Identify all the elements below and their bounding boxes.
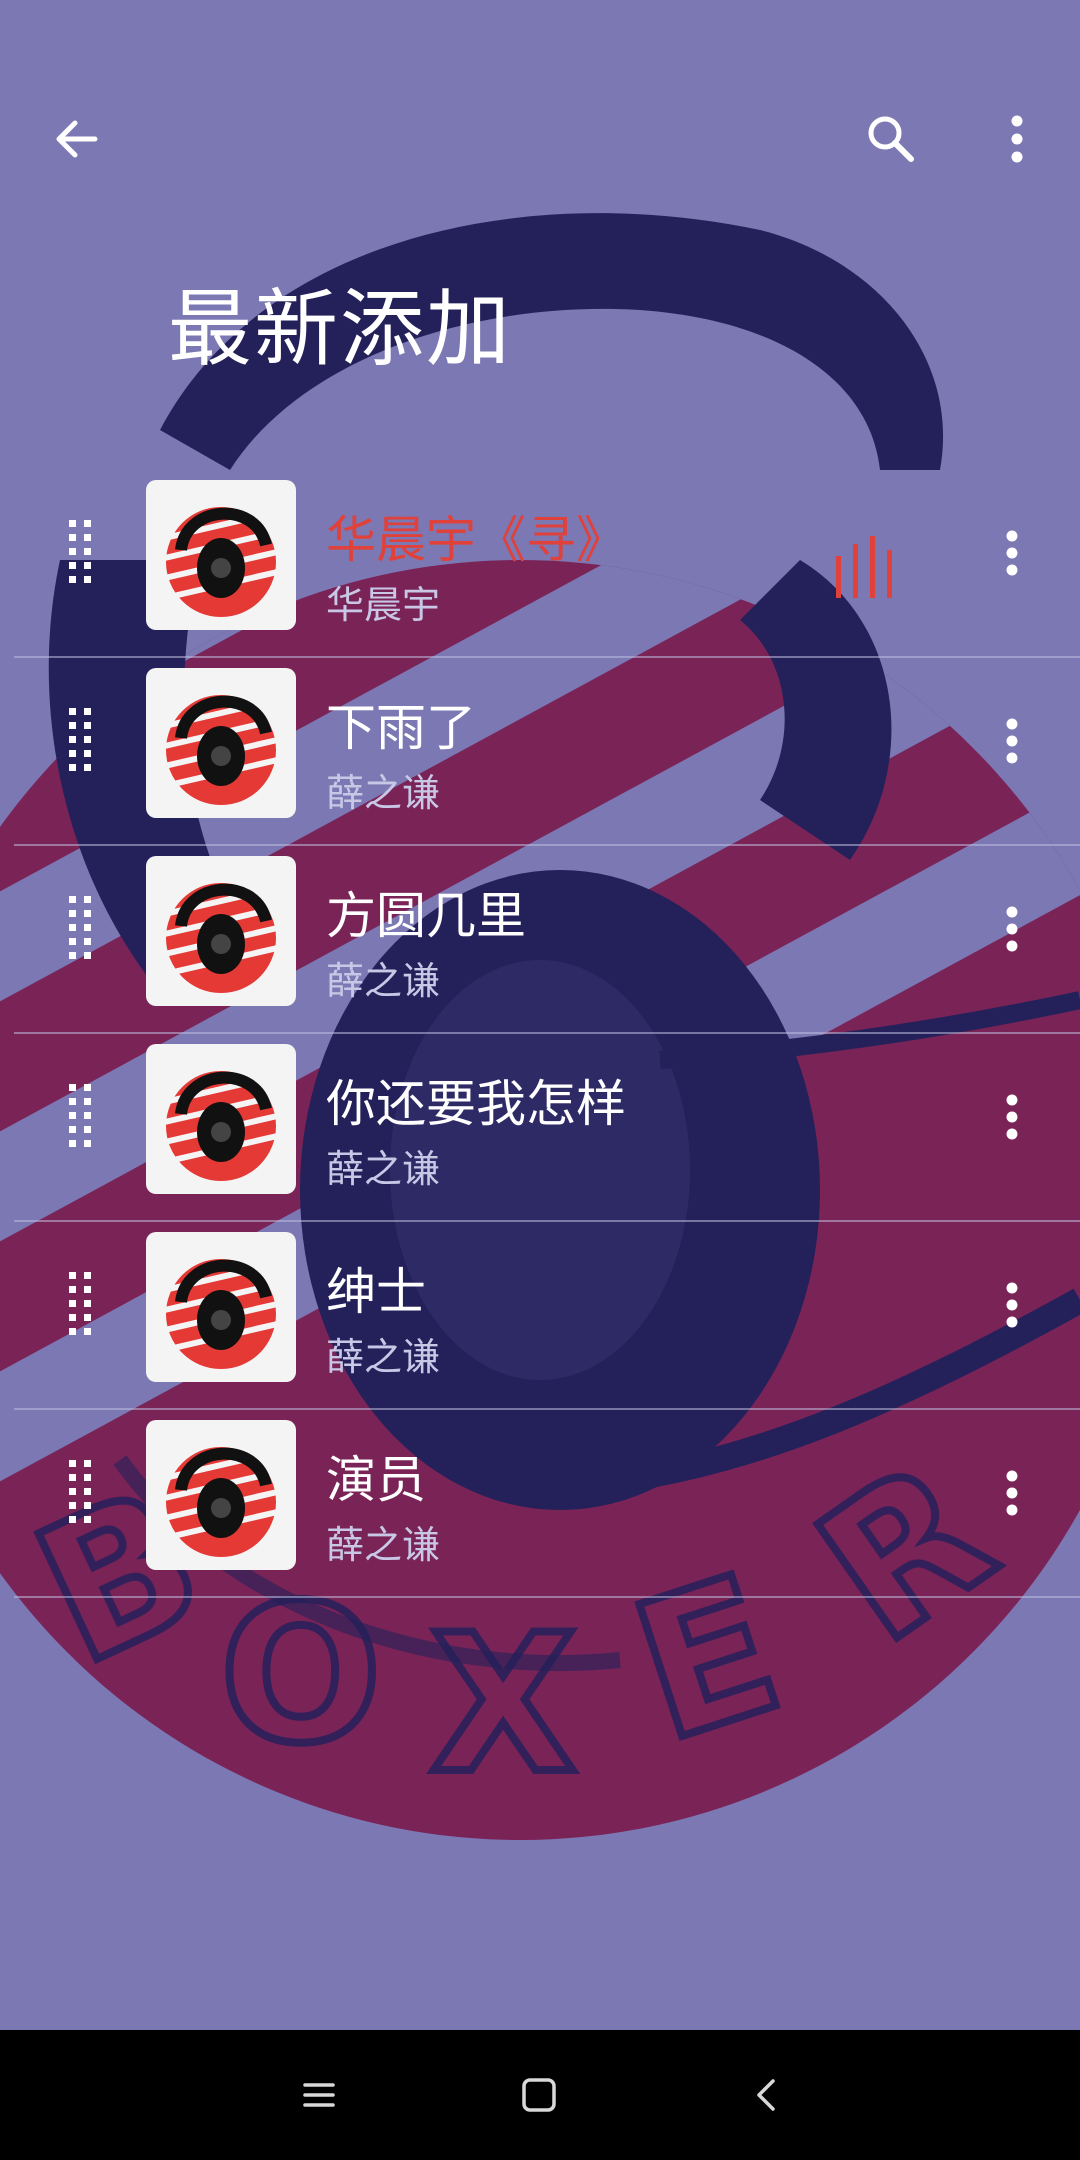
song-row[interactable]: 方圆几里 薛之谦 [0, 846, 1080, 1034]
song-title: 华晨宇《寻》 [326, 511, 626, 569]
search-icon [868, 116, 914, 162]
song-row[interactable]: 绅士 薛之谦 [0, 1222, 1080, 1410]
song-row[interactable]: 下雨了 薛之谦 [0, 658, 1080, 846]
album-art[interactable] [146, 1420, 296, 1570]
more-vertical-icon [1006, 1282, 1018, 1328]
search-button[interactable] [854, 102, 928, 176]
page-title: 最新添加 [168, 280, 513, 378]
drag-handle-icon[interactable] [66, 704, 96, 774]
nav-menu-button[interactable] [280, 2056, 358, 2134]
album-art[interactable] [146, 668, 296, 818]
back-button[interactable] [40, 102, 114, 176]
drag-handle-icon[interactable] [66, 516, 96, 586]
album-art-image [155, 1447, 287, 1557]
more-vertical-icon [1006, 1470, 1018, 1516]
song-artist: 薛之谦 [326, 959, 441, 1003]
song-artist: 薛之谦 [326, 771, 441, 815]
overflow-menu-button[interactable] [980, 102, 1054, 176]
more-vertical-icon [1011, 115, 1023, 163]
song-more-button[interactable] [992, 1084, 1032, 1150]
nav-home-button[interactable] [500, 2056, 578, 2134]
home-square-icon [522, 2078, 556, 2112]
drag-handle-icon[interactable] [66, 1080, 96, 1150]
more-vertical-icon [1006, 906, 1018, 952]
equalizer-icon [836, 536, 892, 598]
song-artist: 薛之谦 [326, 1523, 441, 1567]
more-vertical-icon [1006, 530, 1018, 576]
album-art-image [155, 1071, 287, 1181]
song-artist: 薛之谦 [326, 1147, 441, 1191]
song-title: 演员 [326, 1451, 426, 1509]
song-row[interactable]: 华晨宇《寻》 华晨宇 [0, 470, 1080, 658]
back-chevron-icon [757, 2079, 775, 2111]
album-art-image [155, 507, 287, 617]
song-artist: 薛之谦 [326, 1335, 441, 1379]
more-vertical-icon [1006, 1094, 1018, 1140]
song-title: 方圆几里 [326, 887, 526, 945]
top-app-bar [0, 0, 1080, 260]
song-title: 绅士 [326, 1263, 426, 1321]
drag-handle-icon[interactable] [66, 892, 96, 962]
arrow-left-icon [56, 120, 98, 158]
song-row[interactable]: 演员 薛之谦 [0, 1410, 1080, 1598]
album-art[interactable] [146, 1232, 296, 1382]
song-more-button[interactable] [992, 896, 1032, 962]
song-title: 你还要我怎样 [326, 1075, 626, 1133]
album-art[interactable] [146, 856, 296, 1006]
drag-handle-icon[interactable] [66, 1456, 96, 1526]
song-title: 下雨了 [326, 699, 476, 757]
menu-icon [303, 2083, 335, 2107]
song-row[interactable]: 你还要我怎样 薛之谦 [0, 1034, 1080, 1222]
album-art-image [155, 1259, 287, 1369]
song-artist: 华晨宇 [326, 583, 441, 627]
row-divider [14, 1596, 1080, 1598]
nav-back-button[interactable] [728, 2056, 806, 2134]
drag-handle-icon[interactable] [66, 1268, 96, 1338]
album-art[interactable] [146, 480, 296, 630]
song-more-button[interactable] [992, 1272, 1032, 1338]
song-more-button[interactable] [992, 520, 1032, 586]
brand-letter-x: X [430, 1594, 577, 1815]
song-more-button[interactable] [992, 708, 1032, 774]
system-nav-bar [0, 2030, 1080, 2160]
more-vertical-icon [1006, 718, 1018, 764]
album-art[interactable] [146, 1044, 296, 1194]
album-art-image [155, 883, 287, 993]
album-art-image [155, 695, 287, 805]
song-more-button[interactable] [992, 1460, 1032, 1526]
